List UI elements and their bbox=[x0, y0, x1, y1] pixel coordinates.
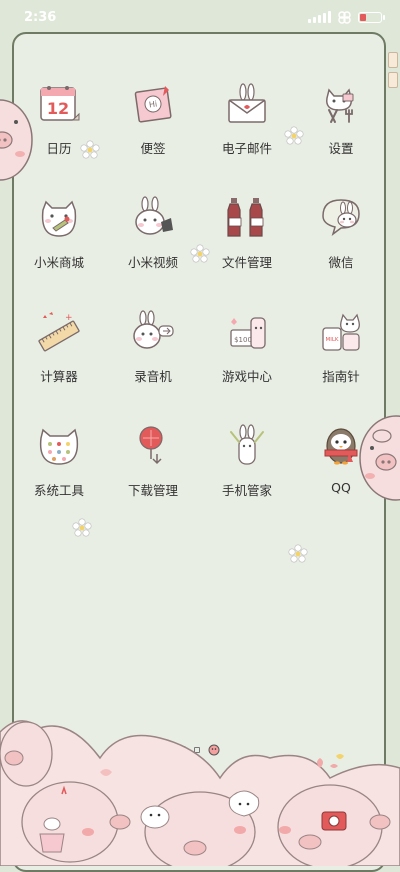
app-wechat[interactable]: 微信 bbox=[294, 194, 388, 271]
app-settings[interactable]: 设置 bbox=[294, 80, 388, 157]
app-mi-video[interactable]: 小米视频 bbox=[106, 194, 200, 271]
app-label: 便签 bbox=[140, 141, 166, 156]
compass-icon: MILK bbox=[322, 313, 360, 351]
svg-text:+: + bbox=[65, 313, 73, 323]
game-center-icon: $100 bbox=[230, 317, 266, 349]
video-icon bbox=[135, 196, 173, 235]
app-label: 指南针 bbox=[322, 369, 360, 384]
app-download-manager[interactable]: 下载管理 bbox=[106, 422, 200, 499]
file-manager-icon bbox=[227, 198, 264, 237]
svg-text:12: 12 bbox=[47, 99, 69, 118]
calendar-icon: 12 bbox=[40, 86, 80, 121]
wechat-icon bbox=[322, 199, 360, 236]
sticky-note-icon: Hi bbox=[134, 86, 172, 123]
app-label: 手机管家 bbox=[221, 483, 272, 498]
app-label: 小米商城 bbox=[33, 255, 84, 270]
app-qq[interactable]: QQ bbox=[294, 422, 388, 495]
app-label: 系统工具 bbox=[33, 483, 84, 498]
app-label: QQ bbox=[331, 480, 351, 495]
app-label: 小米视频 bbox=[127, 255, 178, 270]
svg-text:Hi: Hi bbox=[148, 99, 157, 109]
svg-text:$100: $100 bbox=[234, 336, 252, 344]
app-calendar[interactable]: 12 日历 bbox=[12, 80, 106, 157]
battery-icon bbox=[358, 11, 385, 23]
clock: 2:36 bbox=[24, 9, 57, 25]
app-label: 游戏中心 bbox=[221, 369, 272, 384]
side-tab bbox=[388, 72, 398, 88]
app-label: 微信 bbox=[328, 255, 354, 270]
app-label: 电子邮件 bbox=[221, 141, 272, 156]
app-label: 日历 bbox=[46, 141, 72, 156]
app-email[interactable]: 电子邮件 bbox=[200, 80, 294, 157]
app-label: 设置 bbox=[328, 141, 354, 156]
flower-icon bbox=[288, 544, 308, 563]
settings-icon bbox=[326, 88, 354, 123]
app-label: 计算器 bbox=[40, 369, 78, 384]
shop-icon bbox=[41, 200, 77, 237]
pig-wallpaper-strip bbox=[0, 720, 400, 866]
app-label: 下载管理 bbox=[127, 483, 178, 498]
app-system-tools[interactable]: 系统工具 bbox=[12, 422, 106, 499]
app-security[interactable]: 手机管家 bbox=[200, 422, 294, 499]
signal-icon bbox=[308, 11, 331, 23]
side-tab bbox=[388, 52, 398, 68]
recorder-icon bbox=[133, 310, 174, 349]
security-icon bbox=[230, 424, 264, 465]
svg-text:MILK: MILK bbox=[325, 337, 338, 343]
app-label: 文件管理 bbox=[221, 255, 272, 270]
app-calculator[interactable]: + 计算器 bbox=[12, 308, 106, 385]
system-tools-icon bbox=[39, 428, 79, 465]
envelope-icon bbox=[228, 83, 266, 123]
download-icon bbox=[139, 426, 163, 465]
app-compass[interactable]: MILK 指南针 bbox=[294, 308, 388, 385]
qq-icon bbox=[324, 428, 358, 465]
calculator-icon: + bbox=[38, 312, 80, 352]
app-recorder[interactable]: 录音机 bbox=[106, 308, 200, 385]
clover-icon bbox=[338, 10, 351, 24]
app-game-center[interactable]: $100 游戏中心 bbox=[200, 308, 294, 385]
app-file-manager[interactable]: 文件管理 bbox=[200, 194, 294, 271]
app-notes[interactable]: Hi 便签 bbox=[106, 80, 200, 157]
app-label: 录音机 bbox=[134, 369, 172, 384]
status-bar: 2:36 bbox=[0, 0, 400, 34]
app-mi-store[interactable]: 小米商城 bbox=[12, 194, 106, 271]
flower-icon bbox=[72, 518, 92, 537]
